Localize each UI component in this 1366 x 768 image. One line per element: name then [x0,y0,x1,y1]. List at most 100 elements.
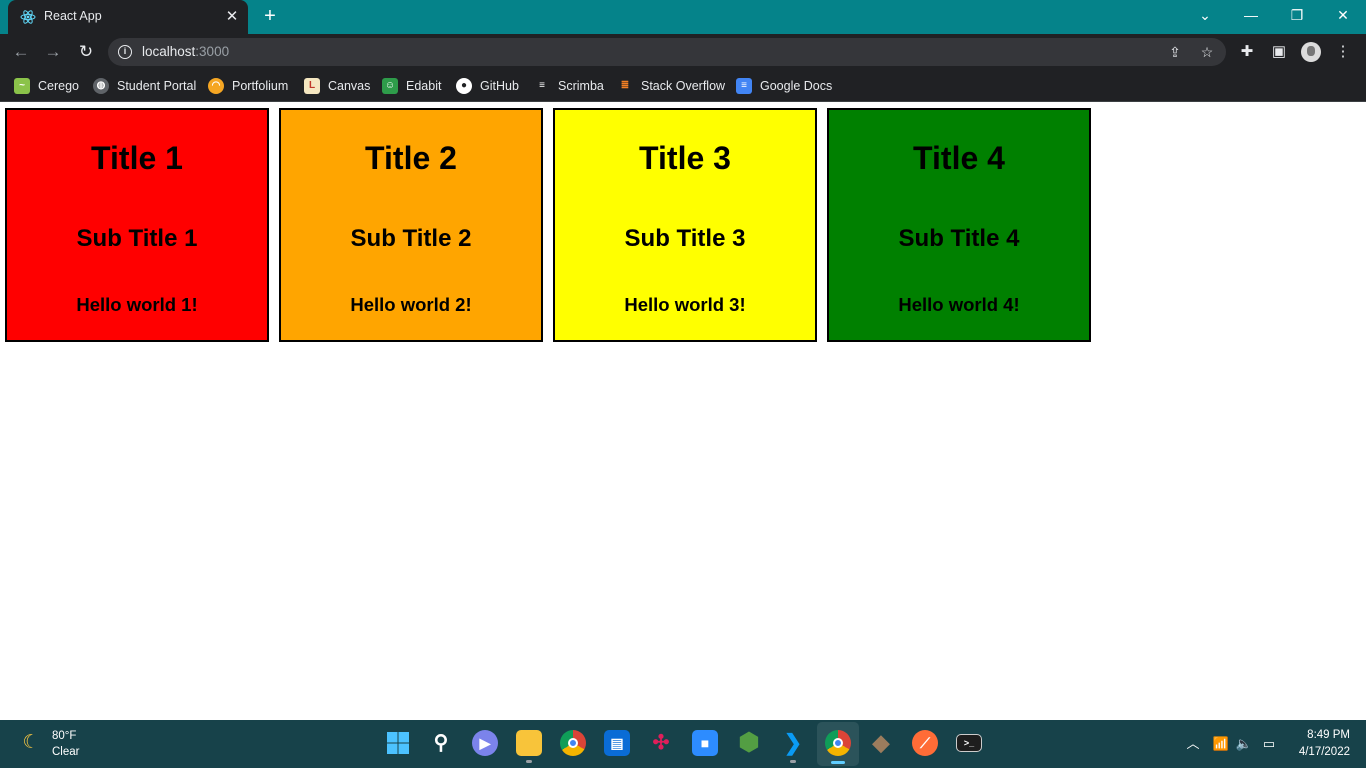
bookmark-github[interactable]: ● GitHub [456,76,519,96]
github-icon: ● [456,78,472,94]
bookmark-google-docs[interactable]: ≡ Google Docs [736,76,832,96]
url-port: :3000 [195,44,230,59]
card-3: Title 3 Sub Title 3 Hello world 3! [553,108,817,342]
bookmark-label: Canvas [328,79,371,93]
slack-icon: ✣ [652,732,670,754]
tab-title: React App [44,9,102,23]
url-text[interactable]: localhost:3000 [142,44,229,59]
bookmark-label: Stack Overflow [641,79,726,93]
stackoverflow-icon: ≣ [620,80,630,91]
weather-temp[interactable]: 80°F [52,730,76,742]
volume-icon[interactable]: 🔈 [1234,734,1254,754]
teams-icon: ▶ [479,735,491,751]
card-body: Hello world 1! [76,294,198,315]
back-button[interactable]: ← [10,41,32,63]
tab-strip: React App ✕ + ⌄ — ❐ ✕ [0,0,1366,34]
menu-kebab-icon[interactable]: ⋮ [1333,42,1353,62]
active-indicator [831,761,845,764]
bookmark-star-icon[interactable]: ☆ [1198,43,1216,61]
card-subtitle: Sub Title 4 [898,225,1020,252]
page-content: Title 1 Sub Title 1 Hello world 1! Title… [0,103,1366,720]
search-button[interactable]: ⚲ [428,730,454,756]
minimize-button[interactable]: — [1239,5,1263,25]
postman[interactable]: ⟋ [912,730,938,756]
terminal[interactable]: >_ [956,734,982,752]
git-icon: ◆ [872,730,890,755]
bookmark-label: Student Portal [117,79,197,93]
side-panel-icon[interactable]: ▣ [1269,42,1289,62]
chrome-profile[interactable] [825,730,851,756]
site-info-icon[interactable]: i [118,45,132,59]
forward-button[interactable]: → [42,41,64,63]
bookmark-portfolium[interactable]: ◠ Portfolium [208,76,288,96]
globe-icon: ◍ [93,78,109,94]
card-1: Title 1 Sub Title 1 Hello world 1! [5,108,269,342]
portfolium-icon: ◠ [208,78,224,94]
store[interactable]: ▤ [604,730,630,756]
moon-icon[interactable]: ☾ [20,732,42,754]
slack[interactable]: ✣ [648,730,674,756]
file-explorer[interactable] [516,730,542,756]
google-docs-icon: ≡ [736,78,752,94]
card-title: Title 4 [913,140,1005,176]
card-2: Title 2 Sub Title 2 Hello world 2! [279,108,543,342]
chrome-icon [568,738,578,748]
bookmark-label: GitHub [480,79,519,93]
card-4: Title 4 Sub Title 4 Hello world 4! [827,108,1091,342]
bookmark-label: Scrimba [558,79,604,93]
bookmark-cerego[interactable]: ~ Cerego [14,76,79,96]
clock-date[interactable]: 4/17/2022 [1280,746,1350,758]
weather-condition[interactable]: Clear [52,746,79,758]
wifi-icon[interactable]: 📶 [1211,734,1231,754]
reload-button[interactable]: ↻ [75,41,97,63]
canvas-icon: L [304,78,320,94]
bookmark-edabit[interactable]: ☺ Edabit [382,76,441,96]
browser-tab[interactable]: React App ✕ [8,0,248,34]
card-title: Title 1 [91,140,183,176]
extensions-puzzle-icon[interactable]: ✚ [1237,42,1257,62]
git-kraken[interactable]: ◆ [868,730,894,756]
card-body: Hello world 2! [350,294,472,315]
address-bar[interactable]: i localhost:3000 ⇪ ☆ [108,38,1226,66]
url-host: localhost [142,44,196,59]
vscode[interactable]: ❯ [780,730,806,756]
windows-icon [387,732,409,754]
share-icon[interactable]: ⇪ [1166,43,1184,61]
chrome-icon [833,738,843,748]
card-title: Title 3 [639,140,731,176]
bookmark-scrimba[interactable]: ≡ Scrimba [534,76,604,96]
bookmark-student-portal[interactable]: ◍ Student Portal [93,76,196,96]
edabit-icon: ☺ [382,78,398,94]
close-tab-icon[interactable]: ✕ [224,9,240,25]
profile-avatar[interactable] [1301,42,1321,62]
cerego-icon: ~ [14,78,30,94]
start-button[interactable] [385,730,411,756]
bookmark-label: Edabit [406,79,442,93]
battery-icon[interactable]: ▭ [1259,734,1279,754]
bookmark-stack-overflow[interactable]: ≣ Stack Overflow [617,76,725,96]
zoom[interactable]: ■ [692,730,718,756]
zoom-icon: ■ [700,735,710,751]
card-body: Hello world 3! [624,294,746,315]
show-hidden-icons-chevron-icon[interactable]: ︿ [1183,734,1203,754]
terminal-icon: >_ [963,738,975,748]
clock-time[interactable]: 8:49 PM [1290,729,1350,741]
react-icon [20,10,36,24]
bookmark-label: Portfolium [232,79,289,93]
running-indicator [526,760,532,763]
card-body: Hello world 4! [898,294,1020,315]
search-icon: ⚲ [433,732,449,754]
chrome[interactable] [560,730,586,756]
card-subtitle: Sub Title 3 [624,225,746,252]
bookmark-canvas[interactable]: L Canvas [304,76,370,96]
new-tab-button[interactable]: + [260,6,280,26]
postman-icon: ⟋ [920,735,930,751]
teams-chat[interactable]: ▶ [472,730,498,756]
close-window-button[interactable]: ✕ [1331,5,1355,25]
nodejs[interactable]: ⬢ [736,730,762,756]
restore-button[interactable]: ❐ [1285,5,1309,25]
bookmarks-bar: ~ Cerego ◍ Student Portal ◠ Portfolium L… [0,70,1366,102]
card-subtitle: Sub Title 2 [350,225,472,252]
tab-search-icon[interactable]: ⌄ [1193,5,1217,25]
scrimba-icon: ≡ [539,80,545,91]
